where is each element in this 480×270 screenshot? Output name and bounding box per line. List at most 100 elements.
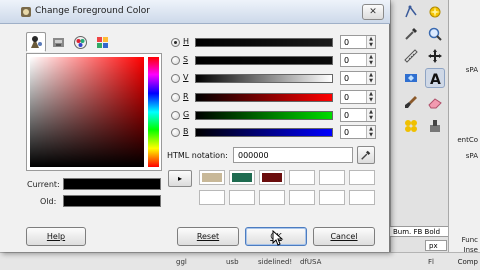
- close-button[interactable]: ✕: [362, 4, 384, 20]
- tool-clone-icon[interactable]: [425, 116, 445, 136]
- history-swatch[interactable]: [229, 190, 255, 205]
- background-status-area: ggl usb sidelined! dfUSA Fl Comp: [0, 252, 480, 270]
- tool-eraser-icon[interactable]: [425, 92, 445, 112]
- dialog-titlebar[interactable]: Change Foreground Color ✕: [0, 0, 390, 24]
- html-notation-label: HTML notation:: [167, 151, 228, 160]
- channel-slider[interactable]: [195, 38, 333, 47]
- tool-path-icon[interactable]: [401, 2, 421, 22]
- channel-label: H: [183, 37, 190, 46]
- channel-label: B: [183, 127, 189, 136]
- history-swatch[interactable]: [199, 190, 225, 205]
- cmyk-selector-icon[interactable]: [48, 32, 68, 52]
- history-swatch[interactable]: [319, 170, 345, 185]
- layers-panel: sPA entCo sPA Func Inse: [448, 0, 480, 254]
- tool-paintbrush-icon[interactable]: [401, 92, 421, 112]
- color-picker-frame: [26, 53, 162, 171]
- size-unit-select[interactable]: px: [425, 240, 447, 251]
- old-color-swatch: [63, 195, 161, 207]
- channel-radio-s[interactable]: [171, 56, 180, 65]
- status-text: usb: [226, 258, 239, 266]
- add-to-history-button[interactable]: ▸: [168, 170, 192, 187]
- history-swatch[interactable]: [349, 170, 375, 185]
- mouse-cursor-icon: [272, 230, 284, 246]
- channel-radio-r[interactable]: [171, 93, 180, 102]
- reset-button-label: Reset: [196, 232, 220, 241]
- spin-arrows-icon[interactable]: ▲ ▼: [366, 126, 375, 138]
- status-text: sidelined!: [258, 258, 293, 266]
- panel-text: Func: [461, 236, 478, 244]
- svg-text:A: A: [430, 72, 441, 86]
- spin-arrows-icon[interactable]: ▲ ▼: [366, 91, 375, 103]
- spin-arrows-icon[interactable]: ▲ ▼: [366, 36, 375, 48]
- tool-flip-icon[interactable]: [401, 68, 421, 88]
- saturation-value-area[interactable]: [30, 57, 144, 167]
- hue-slider[interactable]: [148, 57, 159, 167]
- channel-value: 0: [344, 93, 350, 102]
- spin-arrows-icon[interactable]: ▲ ▼: [366, 72, 375, 84]
- channel-spinbox[interactable]: 0 ▲ ▼: [340, 71, 376, 85]
- history-swatch[interactable]: [289, 190, 315, 205]
- dialog-title: Change Foreground Color: [35, 6, 150, 16]
- tool-move-icon[interactable]: [425, 46, 445, 66]
- change-color-dialog: Change Foreground Color ✕ Current: Old: …: [0, 0, 390, 252]
- panel-text: sPA: [465, 152, 478, 160]
- palette-selector-icon[interactable]: [92, 32, 112, 52]
- help-button-label: Help: [46, 232, 66, 241]
- toolbox-dock: A Bum. FB Bold px: [389, 0, 449, 252]
- channel-slider[interactable]: [195, 74, 333, 83]
- history-swatch[interactable]: [229, 170, 255, 185]
- tool-measure-icon[interactable]: [401, 46, 421, 66]
- current-color-swatch: [63, 178, 161, 190]
- channel-radio-b[interactable]: [171, 128, 180, 137]
- history-swatch[interactable]: [259, 190, 285, 205]
- html-notation-input[interactable]: [233, 147, 353, 163]
- channel-slider[interactable]: [195, 56, 333, 65]
- panel-text: entCo: [457, 136, 478, 144]
- tool-heal-icon[interactable]: [401, 116, 421, 136]
- help-button[interactable]: Help: [26, 227, 86, 246]
- tool-color-picker-icon[interactable]: [401, 24, 421, 44]
- history-swatch[interactable]: [349, 190, 375, 205]
- eyedropper-icon: [361, 150, 371, 160]
- panel-text: sPA: [465, 66, 478, 74]
- spin-arrows-icon[interactable]: ▲ ▼: [366, 109, 375, 121]
- channel-slider[interactable]: [195, 128, 333, 137]
- history-swatch[interactable]: [259, 170, 285, 185]
- app-icon: [20, 6, 32, 18]
- channel-value: 0: [344, 111, 350, 120]
- history-swatch[interactable]: [319, 190, 345, 205]
- cancel-button[interactable]: Cancel: [313, 227, 375, 246]
- font-field[interactable]: Bum. FB Bold: [389, 226, 449, 237]
- channel-spinbox[interactable]: 0 ▲ ▼: [340, 53, 376, 67]
- tool-fuzzy-select-icon[interactable]: [425, 2, 445, 22]
- channel-spinbox[interactable]: 0 ▲ ▼: [340, 125, 376, 139]
- status-text: Fl: [428, 258, 434, 266]
- channel-slider[interactable]: [195, 93, 333, 102]
- history-swatch[interactable]: [289, 170, 315, 185]
- channel-spinbox[interactable]: 0 ▲ ▼: [340, 108, 376, 122]
- channel-label: S: [183, 55, 189, 64]
- watercolor-selector-icon[interactable]: [70, 32, 90, 52]
- tool-text-icon[interactable]: A: [425, 68, 445, 88]
- history-swatch[interactable]: [199, 170, 225, 185]
- current-color-label: Current:: [27, 180, 60, 189]
- spin-arrows-icon[interactable]: ▲ ▼: [366, 54, 375, 66]
- panel-text: Comp: [457, 258, 478, 266]
- channel-spinbox[interactable]: 0 ▲ ▼: [340, 90, 376, 104]
- channel-value: 0: [344, 128, 350, 137]
- channel-label: G: [183, 110, 190, 119]
- channel-label: R: [183, 92, 189, 101]
- cancel-button-label: Cancel: [330, 232, 358, 241]
- channel-value: 0: [344, 74, 350, 83]
- channel-radio-v[interactable]: [171, 74, 180, 83]
- color-picker-button[interactable]: [357, 146, 375, 164]
- channel-spinbox[interactable]: 0 ▲ ▼: [340, 35, 376, 49]
- close-icon: ✕: [369, 7, 377, 17]
- channel-slider[interactable]: [195, 111, 333, 120]
- tool-zoom-icon[interactable]: [425, 24, 445, 44]
- gimp-selector-icon[interactable]: [26, 32, 46, 52]
- channel-radio-g[interactable]: [171, 111, 180, 120]
- history-arrow-icon: ▸: [177, 174, 182, 183]
- channel-radio-h[interactable]: [171, 38, 180, 47]
- reset-button[interactable]: Reset: [177, 227, 239, 246]
